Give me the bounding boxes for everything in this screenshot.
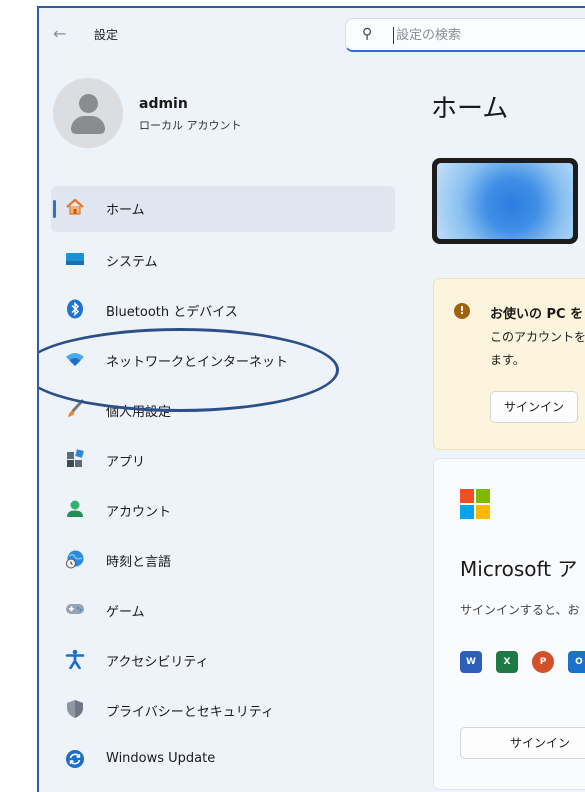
card-sign-in-button[interactable]: サインイン xyxy=(460,727,585,759)
selection-indicator xyxy=(53,200,56,218)
sidebar-nav: ホーム システム Bluetooth とデバイス ネットワークとインターネット xyxy=(51,186,395,786)
sidebar-item-label: アプリ xyxy=(106,455,146,470)
home-icon xyxy=(66,198,84,215)
notice-sign-in-button[interactable]: サインイン xyxy=(490,391,578,423)
sidebar-item-label: プライバシーとセキュリティ xyxy=(106,705,274,720)
apps-icon xyxy=(67,449,84,467)
title-bar: ← 設定 ⚲ xyxy=(39,8,585,60)
card-body: サインインすると、お xyxy=(460,603,580,617)
wallpaper-preview xyxy=(437,163,573,239)
brush-icon xyxy=(68,399,84,417)
microsoft-account-card: Microsoft ア サインインすると、お W X P O サインイン xyxy=(433,458,585,790)
sidebar-item-windows-update[interactable]: Windows Update xyxy=(51,736,395,786)
outlook-icon: O xyxy=(568,651,585,673)
avatar[interactable] xyxy=(53,78,123,148)
search-box[interactable]: ⚲ xyxy=(345,18,585,52)
gamepad-icon xyxy=(66,604,84,614)
search-icon: ⚲ xyxy=(362,26,373,42)
word-icon: W xyxy=(460,651,482,673)
sidebar-item-label: 時刻と言語 xyxy=(106,555,172,570)
wifi-icon xyxy=(66,353,84,366)
sidebar-item-label: ネットワークとインターネット xyxy=(106,355,289,370)
account-type: ローカル アカウント xyxy=(139,119,242,132)
bluetooth-icon xyxy=(67,299,83,319)
powerpoint-icon: P xyxy=(532,651,554,673)
avatar-body xyxy=(71,116,105,134)
sidebar-item-label: 個人用設定 xyxy=(106,405,172,420)
account-name: admin xyxy=(139,96,188,112)
sidebar-item-bluetooth[interactable]: Bluetooth とデバイス xyxy=(51,286,395,336)
sidebar-item-label: システム xyxy=(106,255,158,270)
text-caret xyxy=(393,27,394,44)
accessibility-icon xyxy=(65,649,85,669)
office-apps-row: W X P O xyxy=(460,651,585,675)
sidebar-item-label: Bluetooth とデバイス xyxy=(106,305,238,320)
update-icon xyxy=(66,750,84,768)
sidebar-item-gaming[interactable]: ゲーム xyxy=(51,586,395,636)
notice-title: お使いの PC を xyxy=(490,307,584,322)
sidebar-item-label: ホーム xyxy=(106,203,145,218)
warning-icon: ! xyxy=(454,303,470,319)
page-title: ホーム xyxy=(431,94,509,124)
sidebar-item-network[interactable]: ネットワークとインターネット xyxy=(51,336,395,386)
monitor-icon xyxy=(66,253,84,265)
window-title: 設定 xyxy=(94,28,119,42)
sidebar-item-apps[interactable]: アプリ xyxy=(51,436,395,486)
back-button[interactable]: ← xyxy=(53,24,66,43)
sidebar-item-time-language[interactable]: 時刻と言語 xyxy=(51,536,395,586)
sidebar-item-accounts[interactable]: アカウント xyxy=(51,486,395,536)
sidebar-item-label: ゲーム xyxy=(106,605,145,620)
excel-icon: X xyxy=(496,651,518,673)
sidebar-item-label: アカウント xyxy=(106,505,172,520)
microsoft-logo-icon xyxy=(460,489,490,519)
device-thumbnail xyxy=(432,158,578,244)
sidebar-item-home[interactable]: ホーム xyxy=(51,186,395,232)
sidebar-item-personalization[interactable]: 個人用設定 xyxy=(51,386,395,436)
search-input[interactable] xyxy=(396,25,585,45)
sidebar-item-label: Windows Update xyxy=(106,751,216,766)
sign-in-notice-card: ! お使いの PC を このアカウントを ます。 サインイン xyxy=(433,278,585,450)
sidebar-item-accessibility[interactable]: アクセシビリティ xyxy=(51,636,395,686)
sidebar-item-system[interactable]: システム xyxy=(51,236,395,286)
notice-body-line2: ます。 xyxy=(490,353,525,367)
shield-icon xyxy=(67,700,83,718)
sidebar-item-privacy-security[interactable]: プライバシーとセキュリティ xyxy=(51,686,395,736)
globe-clock-icon xyxy=(66,550,84,569)
person-icon xyxy=(67,500,83,517)
sidebar-item-label: アクセシビリティ xyxy=(106,655,209,670)
avatar-head xyxy=(79,94,98,113)
card-title: Microsoft ア xyxy=(460,557,578,581)
notice-body-line1: このアカウントを xyxy=(490,330,585,344)
settings-window: ← 設定 ⚲ admin ローカル アカウント ホーム シス xyxy=(37,6,585,792)
